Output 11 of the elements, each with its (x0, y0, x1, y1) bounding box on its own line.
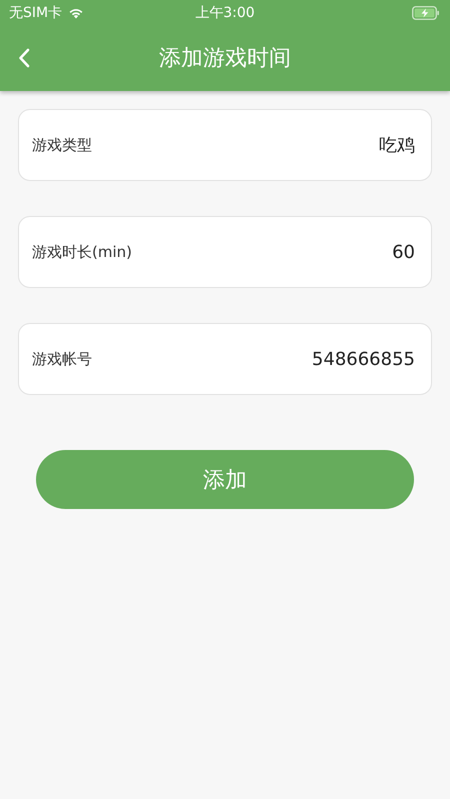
carrier-label: 无SIM卡 (9, 4, 62, 22)
field-label: 游戏类型 (32, 136, 92, 154)
field-label: 游戏时长(min) (32, 242, 132, 262)
input-field[interactable]: 548666855 (92, 348, 415, 370)
field-label: 游戏帐号 (32, 350, 92, 368)
status-time: 上午3:00 (195, 4, 255, 22)
input-field[interactable]: 吃鸡 (92, 134, 415, 156)
back-button[interactable] (16, 46, 32, 70)
input-field[interactable]: 60 (132, 242, 415, 262)
wifi-icon (68, 6, 84, 18)
page-title: 添加游戏时间 (159, 45, 291, 73)
